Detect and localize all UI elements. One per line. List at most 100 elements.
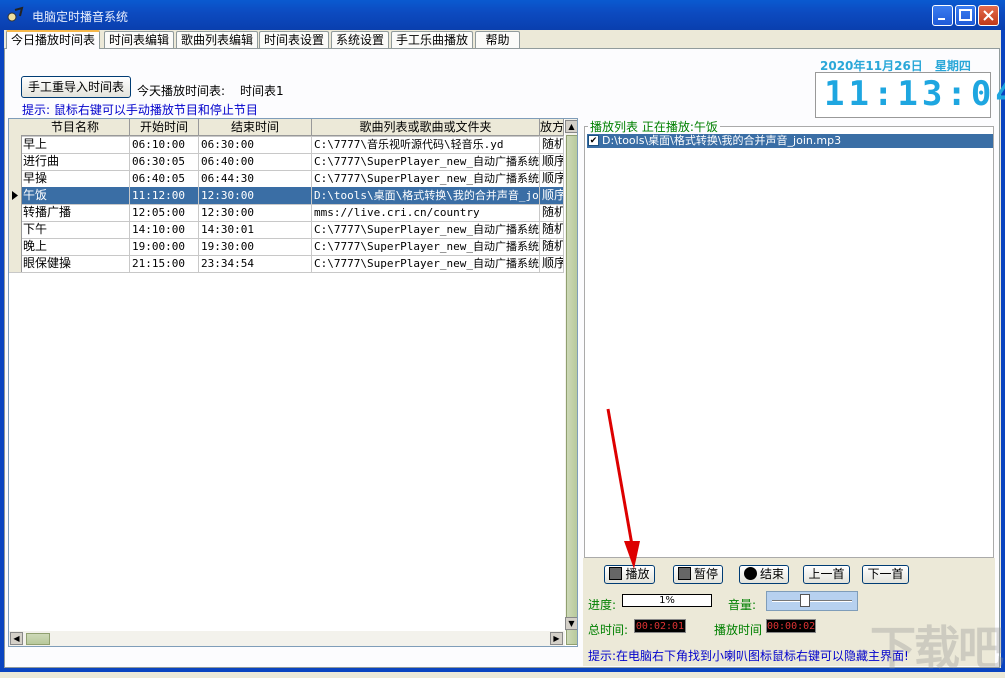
- cell-mode: 顺序: [540, 187, 564, 204]
- table-row[interactable]: 转播广播12:05:0012:30:00mms://live.cri.cn/co…: [9, 204, 564, 222]
- horizontal-scrollbar[interactable]: [9, 631, 565, 647]
- cell-end: 06:30:00: [199, 136, 312, 153]
- cell-source: D:\tools\桌面\格式转换\我的合并声音_jo: [312, 187, 540, 204]
- cell-name: 进行曲: [21, 153, 130, 170]
- header-end[interactable]: 结束时间: [199, 119, 312, 136]
- scroll-up-button[interactable]: ▲: [565, 120, 578, 133]
- header-name[interactable]: 节目名称: [21, 119, 130, 136]
- window-title: 电脑定时播音系统: [32, 8, 128, 25]
- cell-mode: 顺序: [540, 255, 564, 272]
- cell-end: 06:44:30: [199, 170, 312, 187]
- cell-source: mms://live.cri.cn/country: [312, 204, 540, 221]
- title-bar[interactable]: [0, 0, 1005, 30]
- window-border-right: [1001, 30, 1005, 672]
- cell-start: 14:10:00: [130, 221, 199, 238]
- cell-end: 23:34:54: [199, 255, 312, 272]
- table-row[interactable]: 晚上19:00:0019:30:00C:\7777\SuperPlayer_ne…: [9, 238, 564, 256]
- maximize-button[interactable]: [955, 5, 976, 26]
- elapsed-time-value: 00:00:02: [766, 619, 816, 633]
- header-mode[interactable]: 放方: [540, 119, 564, 136]
- cell-end: 12:30:00: [199, 187, 312, 204]
- cell-start: 06:40:05: [130, 170, 199, 187]
- header-source[interactable]: 歌曲列表或歌曲或文件夹: [312, 119, 540, 136]
- tab-schedule-settings[interactable]: 时间表设置: [259, 31, 329, 48]
- pause-label: 暂停: [694, 567, 718, 581]
- minimize-button[interactable]: [932, 5, 953, 26]
- watermark-logo: 下载吧: [870, 612, 1002, 678]
- cell-start: 19:00:00: [130, 238, 199, 255]
- cell-start: 06:30:05: [130, 153, 199, 170]
- total-time-label: 总时间:: [588, 621, 628, 638]
- annotation-arrow-icon: [600, 405, 650, 575]
- cell-name: 早操: [21, 170, 130, 187]
- scroll-down-button[interactable]: ▼: [565, 617, 578, 630]
- playlist-item-checkbox[interactable]: ✔: [588, 135, 599, 146]
- cell-end: 12:30:00: [199, 204, 312, 221]
- scroll-right-button[interactable]: ▶: [550, 632, 563, 645]
- playlist-item-path: D:\tools\桌面\格式转换\我的合并声音_join.mp3: [602, 134, 841, 148]
- tab-today-schedule[interactable]: 今日播放时间表: [6, 30, 100, 49]
- cell-name: 下午: [21, 221, 130, 238]
- cell-end: 14:30:01: [199, 221, 312, 238]
- progress-label: 进度:: [588, 596, 616, 613]
- cell-source: C:\7777\SuperPlayer_new_自动广播系统\m: [312, 221, 540, 238]
- hide-window-tip: 提示:在电脑右下角找到小喇叭图标鼠标右键可以隐藏主界面!: [588, 647, 909, 664]
- clock-time: 11:13:04: [824, 74, 1005, 114]
- cell-name: 午饭: [21, 187, 130, 204]
- cell-mode: 随机: [540, 204, 564, 221]
- pause-button[interactable]: 暂停: [673, 565, 723, 584]
- volume-track: [772, 600, 852, 602]
- cell-source: C:\7777\音乐视听源代码\轻音乐.yd: [312, 136, 540, 153]
- progress-bar[interactable]: 1%: [622, 594, 712, 607]
- cell-end: 06:40:00: [199, 153, 312, 170]
- cell-mode: 随机: [540, 221, 564, 238]
- progress-text: 1%: [659, 595, 675, 606]
- total-time-value: 00:02:01: [634, 619, 686, 633]
- tab-schedule-edit[interactable]: 时间表编辑: [104, 31, 174, 48]
- scroll-left-button[interactable]: ◀: [10, 632, 23, 645]
- header-start[interactable]: 开始时间: [130, 119, 199, 136]
- table-row[interactable]: 早上06:10:0006:30:00C:\7777\音乐视听源代码\轻音乐.yd…: [9, 136, 564, 154]
- app-logo-icon: [6, 6, 24, 24]
- prev-track-button[interactable]: 上一首: [803, 565, 850, 584]
- tab-playlist-edit[interactable]: 歌曲列表编辑: [176, 31, 258, 48]
- next-track-button[interactable]: 下一首: [862, 565, 909, 584]
- table-row[interactable]: 下午14:10:0014:30:01C:\7777\SuperPlayer_ne…: [9, 221, 564, 239]
- stop-label: 结束: [760, 567, 784, 581]
- table-row[interactable]: 午饭11:12:0012:30:00D:\tools\桌面\格式转换\我的合并声…: [9, 187, 564, 205]
- close-button[interactable]: [978, 5, 999, 26]
- cell-start: 11:12:00: [130, 187, 199, 204]
- cell-mode: 顺序: [540, 170, 564, 187]
- reimport-schedule-button[interactable]: 手工重导入时间表: [21, 76, 131, 98]
- grid-header: 节目名称 开始时间 结束时间 歌曲列表或歌曲或文件夹 放方: [9, 119, 564, 137]
- table-row[interactable]: 眼保健操21:15:0023:34:54C:\7777\SuperPlayer_…: [9, 255, 564, 273]
- stop-icon: [744, 567, 757, 580]
- tab-help[interactable]: 帮助: [475, 31, 520, 48]
- stop-button[interactable]: 结束: [739, 565, 789, 584]
- elapsed-time-label: 播放时间: [714, 621, 762, 638]
- volume-label: 音量:: [728, 596, 756, 613]
- cell-start: 21:15:00: [130, 255, 199, 272]
- playlist-legend: 播放列表 正在播放:午饭: [588, 118, 720, 135]
- cell-source: C:\7777\SuperPlayer_new_自动广播系统\m: [312, 170, 540, 187]
- right-click-tip: 提示: 鼠标右键可以手动播放节目和停止节目: [22, 101, 258, 118]
- cell-name: 早上: [21, 136, 130, 153]
- volume-thumb[interactable]: [800, 594, 810, 607]
- vertical-scroll-thumb[interactable]: [566, 135, 578, 645]
- table-row[interactable]: 进行曲06:30:0506:40:00C:\7777\SuperPlayer_n…: [9, 153, 564, 171]
- cell-end: 19:30:00: [199, 238, 312, 255]
- table-row[interactable]: 早操06:40:0506:44:30C:\7777\SuperPlayer_ne…: [9, 170, 564, 188]
- tab-system-settings[interactable]: 系统设置: [331, 31, 389, 48]
- horizontal-scroll-thumb[interactable]: [26, 633, 50, 645]
- cell-name: 眼保健操: [21, 255, 130, 272]
- schedule-grid[interactable]: 节目名称 开始时间 结束时间 歌曲列表或歌曲或文件夹 放方 早上06:10:00…: [8, 118, 578, 647]
- tab-manual-play[interactable]: 手工乐曲播放: [391, 31, 473, 48]
- pause-icon: [678, 567, 691, 580]
- cell-mode: 随机: [540, 136, 564, 153]
- today-schedule-value: 时间表1: [240, 82, 284, 99]
- cell-name: 转播广播: [21, 204, 130, 221]
- cell-source: C:\7777\SuperPlayer_new_自动广播系统\m: [312, 238, 540, 255]
- weekday-text: 星期四: [935, 59, 971, 73]
- window-border-bottom: [0, 668, 1005, 672]
- cell-start: 12:05:00: [130, 204, 199, 221]
